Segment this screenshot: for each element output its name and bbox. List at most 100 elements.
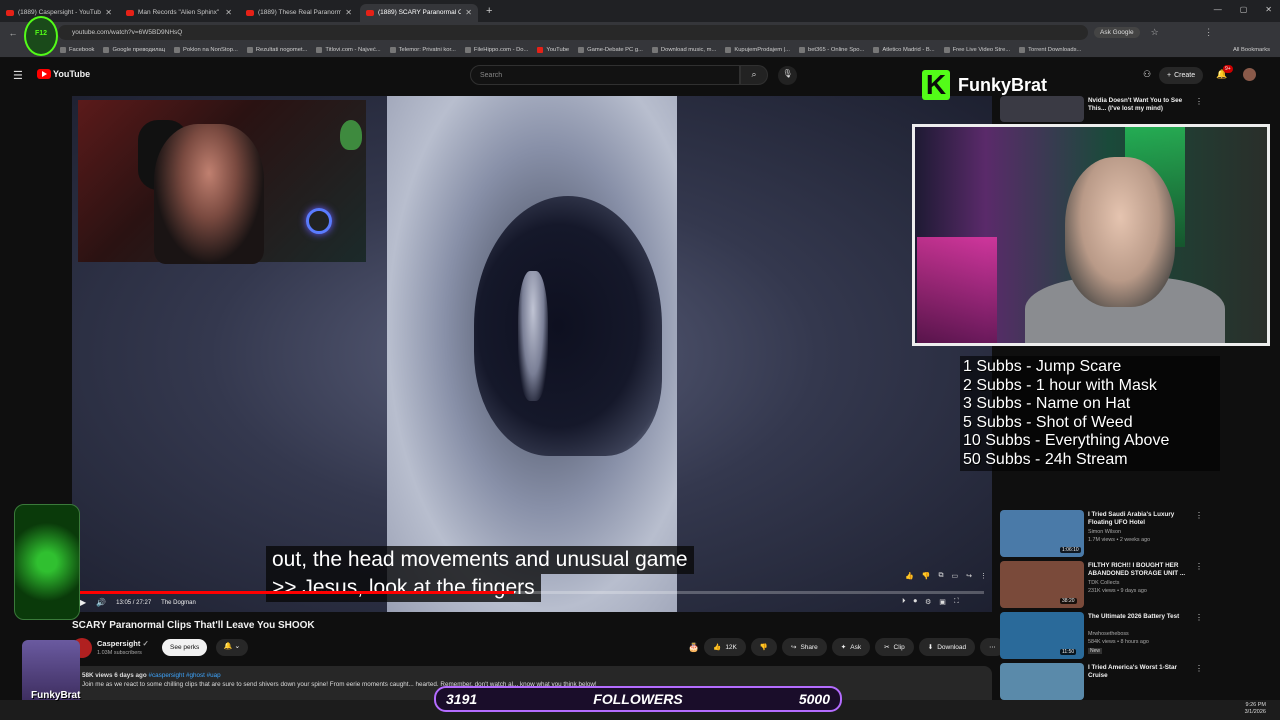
browser-tab-active[interactable]: (1889) SCARY Paranormal C ✕ (360, 3, 478, 22)
sub-goal-line: 1 Subbs - Jump Scare (963, 358, 1122, 375)
miniplayer-icon[interactable]: ▣ (939, 598, 946, 606)
more-icon[interactable]: ⋮ (980, 572, 987, 580)
clip-button[interactable]: ✂ Clip (875, 638, 914, 656)
kick-badge-logo: F12 (24, 16, 58, 56)
minimize-icon[interactable]: — (1214, 5, 1222, 14)
hashtags[interactable]: #caspersight #ghost #uap (149, 672, 221, 679)
bookmark-item[interactable]: KupujemProdajem |... (725, 47, 790, 53)
user-avatar[interactable] (1243, 68, 1256, 81)
voice-search-icon[interactable]: 🎙 (778, 66, 797, 85)
maximize-icon[interactable]: ▢ (1240, 5, 1248, 14)
bookmark-item[interactable]: Torrent Downloads... (1019, 47, 1081, 53)
recommendation-item[interactable]: 11:50 The Ultimate 2026 Battery Test Mrw… (1000, 612, 1210, 660)
channel-name[interactable]: Caspersight ✓ (97, 639, 149, 648)
cast-icon[interactable]: ⚇ (1143, 69, 1151, 80)
bookmark-item[interactable]: Poklon na NonStop... (174, 47, 238, 53)
recommendation-item[interactable]: 38:20 FILTHY RICH!! I BOUGHT HER ABANDON… (1000, 561, 1210, 609)
more-options-icon[interactable]: ⋮ (1195, 613, 1203, 622)
followers-label: FOLLOWERS (593, 691, 683, 707)
pink-light-shape (917, 237, 997, 343)
bookmark-item[interactable]: FileHippo.com - Do... (464, 47, 528, 53)
search-button[interactable]: ⌕ (740, 65, 768, 85)
volume-icon[interactable]: 🔊 (96, 598, 106, 607)
bookmark-item[interactable]: Telemor: Privatni kor... (389, 47, 456, 53)
bookmark-item[interactable]: Facebook (60, 47, 94, 53)
player-reaction-bar: 👍 👎 ⧉ ▭ ↪ ⋮ (905, 572, 987, 580)
scissors-icon: ✂ (884, 644, 890, 651)
bookmark-item[interactable]: Game-Debate PC g... (578, 47, 643, 53)
duration-badge: 1:06:10 (1060, 547, 1081, 553)
video-progress-bar[interactable] (80, 591, 984, 594)
youtube-logo[interactable]: YouTube (37, 69, 90, 79)
browser-tab[interactable]: Man Records "Alien Sphinx" Li ✕ (120, 4, 238, 22)
rec-title: I Tried Saudi Arabia's Luxury Floating U… (1088, 511, 1175, 526)
reactor-person-shape (154, 124, 264, 264)
streamer-name: FunkyBrat (958, 74, 1048, 95)
views-date: 58K views 6 days ago (82, 672, 147, 679)
url-input[interactable]: youtube.com/watch?v=6W5BD9NHsQ (58, 25, 1088, 40)
like-icon[interactable]: 👍 (905, 572, 914, 580)
chevron-down-icon: ⌄ (232, 643, 241, 650)
hamburger-menu-icon[interactable]: ☰ (13, 69, 23, 82)
play-icon[interactable]: ▶ (80, 598, 86, 607)
comment-icon[interactable]: ▭ (951, 572, 958, 580)
more-options-icon[interactable]: ⋮ (1195, 562, 1203, 571)
recommendation-item[interactable]: I Tried America's Worst 1-Star Cruise ⋮ (1000, 663, 1210, 700)
see-perks-button[interactable]: See perks (162, 639, 208, 656)
new-tab-button[interactable]: + (486, 5, 492, 17)
bookmark-item[interactable]: Download music, m... (651, 47, 716, 53)
browser-tab[interactable]: (1889) Caspersight - YouTube ✕ (0, 4, 118, 22)
share-icon[interactable]: ↪ (966, 572, 972, 580)
autoplay-icon[interactable]: ⏵ (902, 598, 906, 606)
bookmark-item[interactable]: Rezultati nogomet... (246, 47, 307, 53)
video-player[interactable] (72, 96, 992, 612)
download-button[interactable]: ⬇ Download (918, 638, 976, 656)
close-icon[interactable]: ✕ (465, 8, 472, 17)
menu-dots-icon[interactable]: ⋮ (1202, 27, 1216, 38)
bookmark-item[interactable]: Atletico Madrid - B... (873, 47, 935, 53)
settings-gear-icon[interactable]: ⚙ (925, 598, 931, 606)
save-icon[interactable]: ⧉ (938, 572, 943, 580)
more-options-icon[interactable]: ⋮ (1195, 664, 1203, 673)
more-dots-icon: ⋯ (989, 644, 996, 651)
star-icon[interactable]: ☆ (1148, 27, 1162, 38)
ask-google-button[interactable]: Ask Google (1094, 27, 1140, 38)
share-button[interactable]: ↪ Share (781, 638, 827, 656)
close-window-icon[interactable]: ✕ (1265, 5, 1272, 14)
player-controls-left: ▶ 🔊 13:05 / 27:27 The Dogman (80, 598, 196, 607)
dislike-icon[interactable]: 👎 (922, 572, 931, 580)
fullscreen-icon[interactable]: ⛶ (954, 598, 959, 606)
ask-button[interactable]: ✦ Ask (831, 638, 871, 656)
dislike-button[interactable]: 👎 (750, 638, 777, 656)
thumb-down-icon: 👎 (759, 644, 768, 651)
bookmark-item[interactable]: Titlovi.com - Najveć... (316, 47, 381, 53)
rec-title: I Tried America's Worst 1-Star Cruise (1088, 664, 1177, 679)
subtitles-icon[interactable]: ⏺ (914, 598, 918, 606)
window-controls: — ▢ ✕ (1214, 5, 1272, 14)
tab-title: (1889) SCARY Paranormal C (378, 9, 462, 16)
search-input[interactable]: Search (470, 65, 740, 85)
browser-tab[interactable]: (1889) These Real Paranormal ✕ (240, 4, 358, 22)
all-bookmarks-button[interactable]: All Bookmarks (1233, 47, 1270, 53)
chapter-label[interactable]: The Dogman (161, 600, 196, 606)
bookmark-item[interactable]: Google преводилац (103, 47, 165, 53)
streamer-header-overlay: K FunkyBrat (922, 70, 1047, 100)
like-button[interactable]: 👍 12K (704, 638, 746, 656)
download-icon: ⬇ (927, 644, 934, 651)
time-display: 13:05 / 27:27 (116, 599, 152, 606)
more-options-icon[interactable]: ⋮ (1195, 511, 1203, 520)
bookmark-item[interactable]: bet365 - Online Spo... (798, 47, 864, 53)
close-icon[interactable]: ✕ (345, 8, 352, 17)
bookmark-item[interactable]: Free Live Video Stre... (943, 47, 1010, 53)
taskbar-clock[interactable]: 9:26 PM 3/1/2026 (1245, 702, 1266, 716)
recommendation-item[interactable]: 1:06:10 I Tried Saudi Arabia's Luxury Fl… (1000, 510, 1210, 558)
followers-current: 3191 (446, 691, 478, 707)
close-icon[interactable]: ✕ (105, 8, 112, 17)
pale-figure-shape (518, 271, 548, 401)
bookmark-item[interactable]: YouTube (537, 47, 569, 53)
back-icon[interactable]: ← (6, 28, 20, 38)
create-button[interactable]: + Create (1159, 67, 1204, 84)
subscription-bell-button[interactable]: 🔔 ⌄ (216, 639, 248, 656)
more-options-icon[interactable]: ⋮ (1195, 97, 1203, 106)
close-icon[interactable]: ✕ (225, 8, 232, 17)
